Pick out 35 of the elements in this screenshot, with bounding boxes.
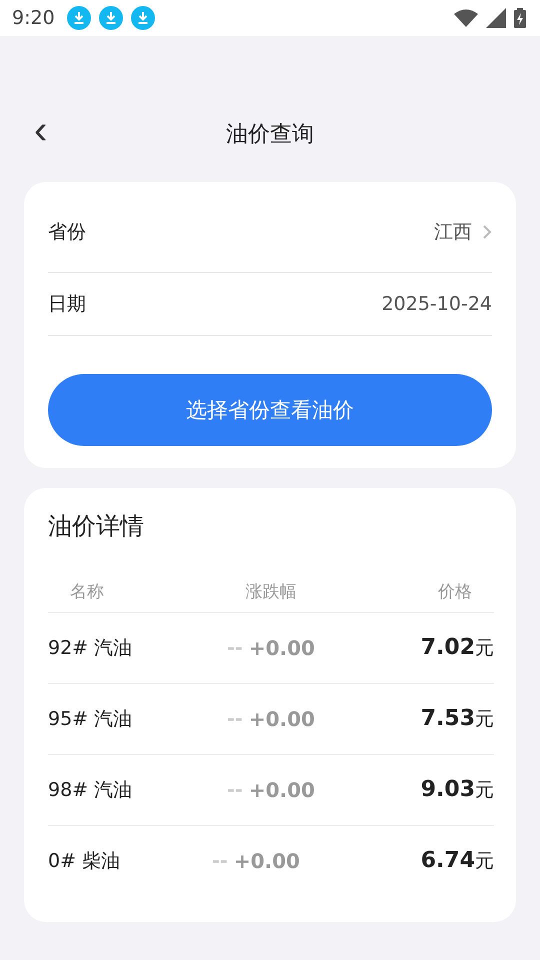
back-button[interactable]: ‹ <box>28 110 54 150</box>
fuel-name: 95# 汽油 <box>48 707 134 732</box>
trend-mark: -- <box>227 708 243 730</box>
price-change: +0.00 <box>234 849 300 873</box>
field-label: 日期 <box>48 292 86 317</box>
query-button[interactable]: 选择省份查看油价 <box>48 374 492 446</box>
fuel-name: 98# 汽油 <box>48 778 134 803</box>
price-change: +0.00 <box>248 636 315 660</box>
signal-icon <box>486 8 506 28</box>
download-icon <box>98 6 123 30</box>
price-change: +0.00 <box>248 778 315 802</box>
field-value[interactable]: 江西 <box>434 219 472 245</box>
field-value: 2025-10-24 <box>382 293 492 315</box>
status-time: 9:20 <box>12 7 55 29</box>
column-header: 价格 <box>437 580 473 602</box>
wifi-icon <box>454 9 478 27</box>
page-title: 油价查询 <box>226 121 314 149</box>
fuel-price: 6.74元 <box>420 848 494 874</box>
fuel-name: 92# 汽油 <box>48 636 134 661</box>
trend-mark: -- <box>227 637 243 659</box>
trend-mark: -- <box>227 779 243 801</box>
download-icon <box>66 6 91 30</box>
price-change: +0.00 <box>248 707 315 731</box>
trend-mark: -- <box>212 850 228 872</box>
field-label: 省份 <box>48 220 86 245</box>
fuel-price: 7.53元 <box>420 706 494 732</box>
chevron-icon <box>482 224 492 240</box>
section-title: 油价详情 <box>48 511 145 542</box>
column-header: 涨跌幅 <box>245 580 296 602</box>
fuel-price: 9.03元 <box>420 777 494 803</box>
fuel-name: 0# 柴油 <box>48 849 122 874</box>
download-icon <box>130 6 155 30</box>
column-header: 名称 <box>69 580 105 602</box>
fuel-price: 7.02元 <box>420 635 494 661</box>
battery-icon <box>514 8 526 28</box>
